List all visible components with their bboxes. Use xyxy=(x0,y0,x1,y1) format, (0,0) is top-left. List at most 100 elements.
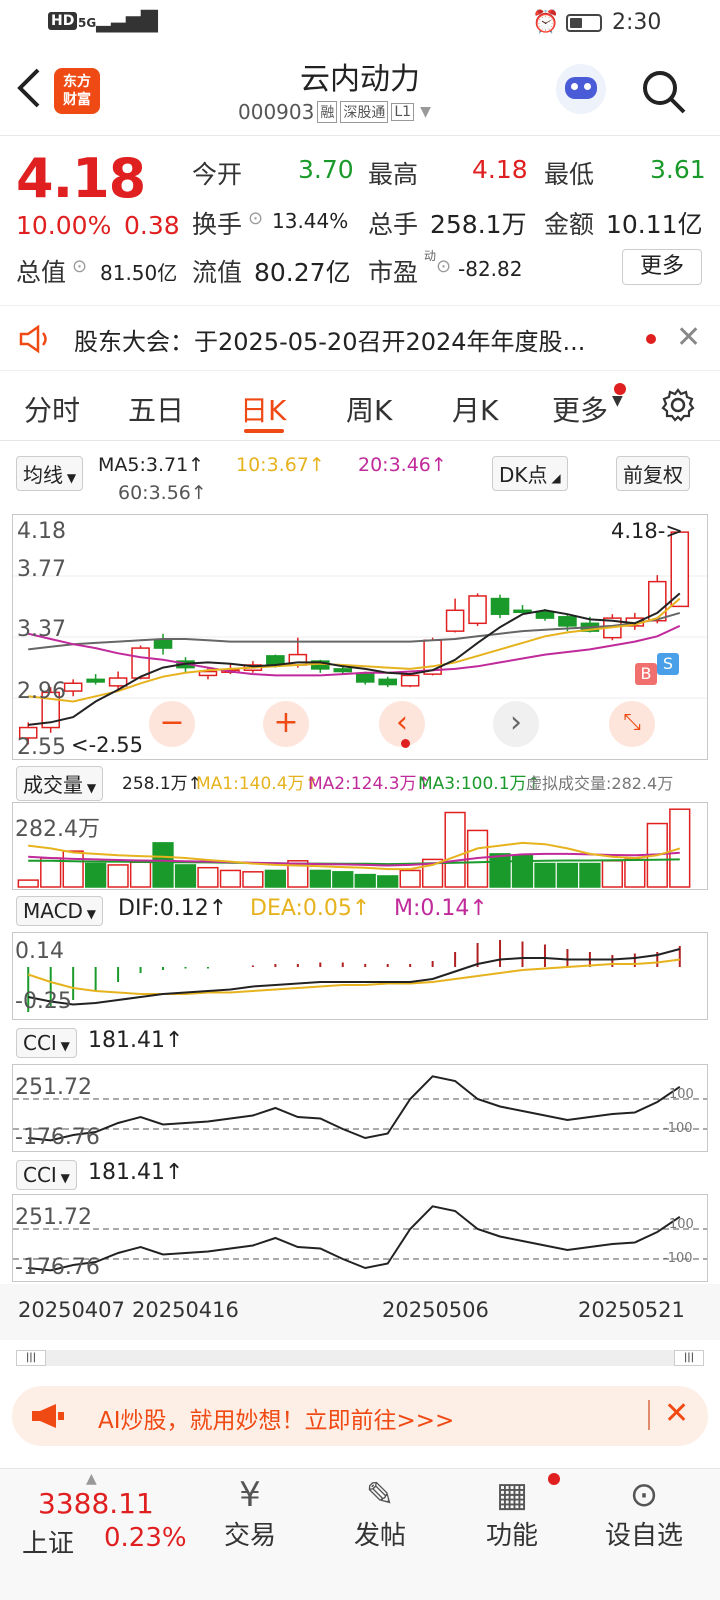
macd-axis-top: 0.14 xyxy=(15,939,64,964)
volume-bar xyxy=(174,864,197,888)
turnover-value: 13.44% xyxy=(272,209,349,233)
info-icon[interactable]: ⊙ xyxy=(436,256,451,277)
clock-time: 2:30 xyxy=(612,10,662,35)
grid-icon: ▦ xyxy=(495,1475,529,1515)
cci1-selector[interactable]: CCI ▼ xyxy=(16,1028,77,1058)
info-icon[interactable]: ⊙ xyxy=(72,256,87,277)
volume-bar xyxy=(601,860,624,888)
search-icon[interactable] xyxy=(640,68,688,116)
turnover-label: 换手 xyxy=(192,210,243,239)
close-icon[interactable]: ✕ xyxy=(664,1396,689,1431)
buy-signal[interactable]: B xyxy=(635,663,657,685)
cci2-chart[interactable]: 251.72 -176.76 100 -100 xyxy=(12,1194,708,1282)
cci-line xyxy=(28,1205,681,1272)
volume-value: 258.1万 xyxy=(430,210,527,239)
tab-weekly-k[interactable]: 周K xyxy=(346,389,392,429)
price-axis-label: 2.96 xyxy=(17,679,66,704)
change-amount: 0.38 xyxy=(124,211,180,240)
zoom-out-button[interactable]: − xyxy=(149,701,195,747)
macd-chart[interactable]: 0.14 -0.25 xyxy=(12,932,708,1020)
period-tabs: 分时 五日 日K 周K 月K 更多 ▼ xyxy=(0,371,720,441)
price-axis-label: 4.18 xyxy=(17,519,66,544)
chart-scrollbar[interactable]: ||| ||| xyxy=(16,1350,704,1366)
change-percent: 10.00% xyxy=(16,211,112,240)
robot-assistant-icon[interactable] xyxy=(556,64,606,114)
unread-dot xyxy=(646,334,656,344)
volume-chart[interactable]: 282.4万 xyxy=(12,802,708,890)
scroll-handle-left[interactable]: ||| xyxy=(16,1350,46,1366)
caret-down-icon[interactable]: ▼ xyxy=(420,104,431,120)
volume-bar xyxy=(354,873,376,888)
level-tag: L1 xyxy=(391,103,415,121)
cci1-ref-lo: -100 xyxy=(663,1121,693,1136)
tab-5day[interactable]: 五日 xyxy=(128,389,184,429)
post-button[interactable]: ✎ 发帖 xyxy=(330,1475,430,1552)
volume-axis-max: 282.4万 xyxy=(15,817,100,842)
date-label: 20250521 xyxy=(578,1298,685,1322)
dea-value: DEA:0.05↑ xyxy=(250,896,371,921)
candle-body xyxy=(333,668,353,673)
volume-bar xyxy=(17,879,39,888)
more-button[interactable]: 更多 xyxy=(622,249,702,285)
tab-daily-k[interactable]: 日K xyxy=(240,389,286,429)
vol-ma2: MA2:124.3万↑ xyxy=(308,774,431,794)
add-watchlist-button[interactable]: ⊙ 设自选 xyxy=(594,1475,694,1552)
tab-monthly-k[interactable]: 月K xyxy=(452,389,498,429)
tab-more[interactable]: 更多 xyxy=(552,389,608,429)
scroll-right-button[interactable]: › xyxy=(493,701,539,747)
index-name[interactable]: 上证 xyxy=(22,1523,74,1560)
volume-bar xyxy=(197,866,219,888)
open-value: 3.70 xyxy=(298,155,354,184)
connect-tag: 深股通 xyxy=(340,101,389,123)
min-price-marker: <-2.55 xyxy=(71,733,143,757)
virtual-volume: 虚拟成交量:282.4万 xyxy=(526,774,674,793)
megaphone-icon xyxy=(19,324,47,354)
fullscreen-button[interactable]: ⤡ xyxy=(609,701,655,747)
close-icon[interactable]: ✕ xyxy=(676,320,701,355)
cci1-chart[interactable]: 251.72 -176.76 100 -100 xyxy=(12,1064,708,1152)
tab-minute[interactable]: 分时 xyxy=(24,389,80,429)
volume-bar xyxy=(399,869,421,888)
volume-bar xyxy=(489,853,511,888)
cci1-value: 181.41↑ xyxy=(88,1028,184,1053)
candle-body xyxy=(558,616,577,627)
dif-value: DIF:0.12↑ xyxy=(118,896,228,921)
zoom-in-button[interactable]: + xyxy=(263,701,309,747)
volume-legend-row: 成交量 ▼ 258.1万↑ MA1:140.4万↑ MA2:124.3万↑ MA… xyxy=(0,766,720,801)
low-value: 3.61 xyxy=(650,155,706,184)
cci2-selector[interactable]: CCI ▼ xyxy=(16,1160,77,1190)
candle-body xyxy=(86,678,105,683)
volume-bar xyxy=(556,862,579,888)
macd-selector[interactable]: MACD ▼ xyxy=(16,896,103,926)
volume-bar xyxy=(84,862,107,888)
mktcap-value: 81.50亿 xyxy=(100,261,178,285)
gear-icon[interactable] xyxy=(660,387,696,423)
candle-body xyxy=(670,531,690,608)
notice-text: 股东大会：于2025-05-20召开2024年年度股... xyxy=(74,328,586,356)
ma-selector[interactable]: 均线 ▼ xyxy=(16,456,84,491)
candlestick-chart[interactable]: 4.18 3.77 3.37 2.96 2.55 4.18-> <-2.55 B… xyxy=(12,514,708,760)
date-axis: 20250407 20250416 20250506 20250521 xyxy=(0,1284,720,1340)
adjust-button[interactable]: 前复权 xyxy=(616,456,690,491)
scroll-handle-right[interactable]: ||| xyxy=(674,1350,704,1366)
volume-label: 总手 xyxy=(368,210,419,239)
dif-line xyxy=(28,948,681,1006)
volume-bar xyxy=(377,875,399,888)
ma5-line xyxy=(28,592,681,726)
info-icon[interactable]: ⊙ xyxy=(248,208,263,229)
function-button[interactable]: ▦ 功能 xyxy=(462,1475,562,1552)
low-label: 最低 xyxy=(544,160,595,189)
volume-bar xyxy=(62,850,84,888)
volume-selector[interactable]: 成交量 ▼ xyxy=(16,766,104,801)
index-change[interactable]: 0.23% xyxy=(104,1523,187,1553)
sell-signal[interactable]: S xyxy=(657,653,679,675)
ai-banner[interactable]: AI炒股，就用妙想！立即前往>>> ✕ xyxy=(12,1386,708,1446)
trade-button[interactable]: ¥ 交易 xyxy=(200,1475,300,1552)
cci2-axis-top: 251.72 xyxy=(15,1205,92,1230)
ma5-value: MA5:3.71↑ xyxy=(98,454,205,476)
cci2-ref-lo: -100 xyxy=(663,1251,693,1266)
notice-bar[interactable]: 股东大会：于2025-05-20召开2024年年度股... ✕ xyxy=(0,305,720,371)
scroll-badge-dot xyxy=(401,739,410,748)
dk-point-button[interactable]: DK点 ◢ xyxy=(492,456,568,491)
index-value[interactable]: 3388.11 xyxy=(38,1487,154,1520)
